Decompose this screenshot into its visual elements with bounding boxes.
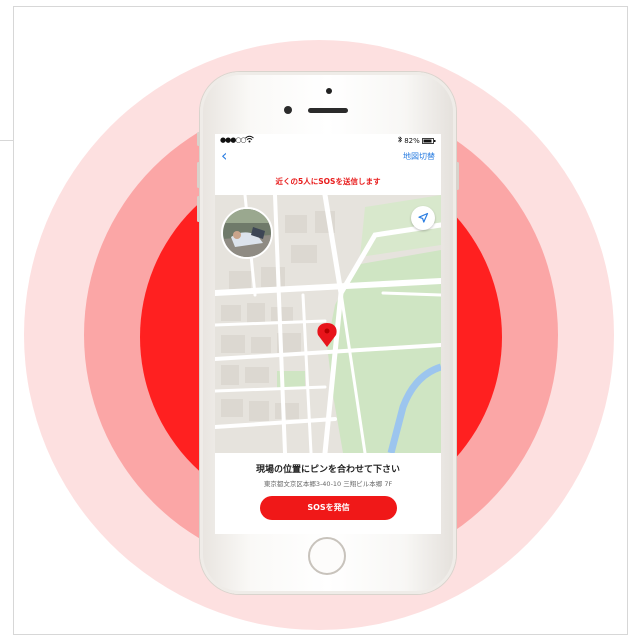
instruction-title: 現場の位置にピンを合わせて下さい [255, 465, 400, 475]
front-camera [284, 106, 292, 114]
signal-indicator: ●●●○○ [220, 136, 247, 144]
left-edge [0, 140, 13, 635]
sos-send-button[interactable]: SOSを発信 [260, 496, 397, 520]
map-view[interactable] [215, 195, 441, 453]
mute-switch [197, 132, 200, 146]
chevron-left-icon[interactable]: ‹ [221, 147, 227, 165]
navigation-bar: ‹ 地図切替 [215, 146, 441, 168]
bottom-panel: 現場の位置にピンを合わせて下さい 東京都文京区本郷3-40-10 三翔ビル本郷 … [215, 453, 441, 534]
sos-notice: 近くの5人にSOSを送信します [275, 177, 381, 186]
power-button [456, 162, 459, 190]
status-bar: ●●●○○ 82% [215, 134, 441, 146]
address-text: 東京都文京区本郷3-40-10 三翔ビル本郷 7F [263, 480, 393, 488]
home-button[interactable] [308, 537, 346, 575]
volume-up-button [197, 162, 200, 188]
camera-dot [326, 88, 332, 94]
location-arrow-icon[interactable] [411, 206, 435, 230]
battery-percent: 82% [404, 137, 420, 145]
volume-down-button [197, 196, 200, 222]
phone-screen: ●●●○○ 82% ‹ 地図切替 近くの5人にSOSを送信します 現場の位置にピ… [215, 134, 441, 534]
battery-icon [422, 138, 436, 146]
wifi-icon [245, 135, 254, 145]
earpiece-speaker [308, 108, 348, 113]
bluetooth-icon [397, 136, 402, 145]
map-switch-button[interactable]: 地図切替 [403, 151, 435, 162]
incident-photo[interactable] [221, 207, 273, 259]
phone: ●●●○○ 82% ‹ 地図切替 近くの5人にSOSを送信します 現場の位置にピ… [197, 72, 459, 594]
battery-indicator: 82% [397, 136, 436, 146]
